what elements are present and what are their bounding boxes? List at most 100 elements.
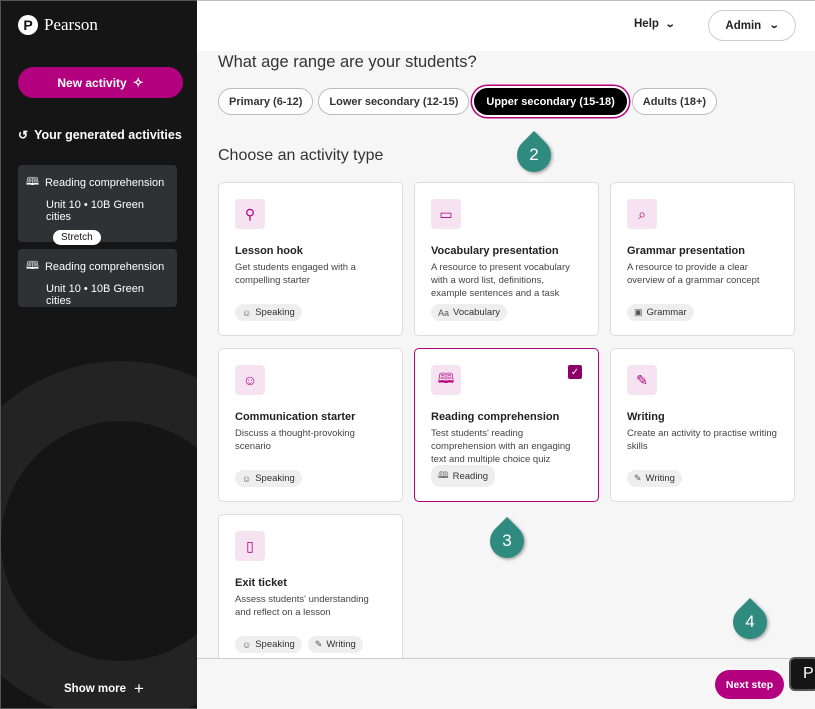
generated-activity-subtitle: Unit 10 • 10B Green cities — [46, 199, 145, 223]
pearson-logo[interactable]: P Pearson — [18, 15, 98, 35]
skill-tag: ☺ Speaking — [235, 304, 302, 321]
skill-tag: ☺ Speaking — [235, 470, 302, 487]
plus-icon: + — [133, 679, 144, 698]
generated-activities-title: Your generated activities — [34, 128, 182, 142]
book-icon: 🕮 — [26, 176, 39, 188]
activity-card-grammar-presentation[interactable]: ⌕ Grammar presentation A resource to pro… — [610, 182, 795, 336]
step-marker-number: 4 — [745, 612, 755, 631]
pencil-icon: ✎ — [634, 473, 642, 483]
content-area: What age range are your students? Primar… — [197, 51, 815, 658]
age-option-upper-secondary[interactable]: Upper secondary (15-18) — [474, 88, 627, 115]
generated-activity-subtitle: Unit 10 • 10B Green cities — [46, 283, 145, 307]
new-activity-label: New activity — [57, 75, 127, 90]
pencil-icon: ✎ — [627, 365, 657, 395]
admin-menu[interactable]: Admin ⌄ — [708, 10, 796, 41]
chevron-down-icon: ⌄ — [664, 18, 676, 30]
footer-bar: Next step — [197, 658, 815, 709]
sidebar: P Pearson New activity ✧ ↺ Your generate… — [0, 0, 197, 709]
activity-card-title: Reading comprehension — [431, 411, 560, 423]
skill-tag-label: Speaking — [255, 473, 295, 484]
pearson-logo-icon: P — [18, 15, 38, 35]
step-marker: 4 — [725, 597, 775, 647]
new-activity-button[interactable]: New activity ✧ — [18, 67, 183, 98]
activity-card-description: A resource to provide a clear overview o… — [627, 262, 760, 286]
step-marker: 2 — [509, 130, 559, 180]
skill-tag-label: Writing — [326, 639, 356, 650]
lightbulb-icon: ⚲ — [235, 199, 265, 229]
history-icon: ↺ — [18, 128, 29, 142]
skill-tag: Aa Vocabulary — [431, 304, 508, 321]
book-icon: 🕮 — [431, 365, 461, 395]
activity-card-communication-starter[interactable]: ☺ Communication starter Discuss a though… — [218, 348, 403, 502]
image-icon: ▣ — [634, 307, 643, 317]
activity-card-vocabulary-presentation[interactable]: ▭ Vocabulary presentation A resource to … — [414, 182, 599, 336]
activity-card-title: Lesson hook — [235, 245, 303, 257]
show-more-label: Show more — [64, 683, 126, 695]
activity-card-writing[interactable]: ✎ Writing Create an activity to practise… — [610, 348, 795, 502]
top-bar: Help ⌄ Admin ⌄ — [197, 1, 815, 51]
skill-tag: ✎ Writing — [307, 636, 363, 653]
overlay-chip[interactable]: P — [789, 657, 815, 691]
pencil-icon: ✎ — [314, 639, 323, 649]
activity-type-heading: Choose an activity type — [218, 147, 384, 164]
skill-tag-label: Reading — [452, 470, 489, 482]
skill-tag: ✎ Writing — [627, 470, 682, 487]
search-icon: ⌕ — [627, 199, 657, 229]
book-icon: 🕮 — [26, 260, 39, 272]
checkbox-checked-icon[interactable]: ✓ — [568, 365, 582, 379]
activity-card-lesson-hook[interactable]: ⚲ Lesson hook Get students engaged with … — [218, 182, 403, 336]
speaking-person-icon: ☺ — [235, 365, 265, 395]
speaking-icon: ☺ — [242, 473, 252, 484]
skill-tag-label: Writing — [645, 473, 675, 484]
generated-activity-title: Reading comprehension — [44, 260, 165, 273]
activity-card-reading-comprehension[interactable]: 🕮 ✓ Reading comprehension Test students'… — [414, 348, 599, 502]
age-option-lower-secondary[interactable]: Lower secondary (12-15) — [318, 88, 470, 115]
skill-tag-label: Speaking — [255, 307, 295, 318]
step-marker: 3 — [482, 516, 532, 566]
skill-tag-label: Vocabulary — [453, 307, 501, 318]
activity-card-description: Test students' reading comprehension wit… — [431, 428, 571, 465]
sparkle-icon: ✧ — [132, 74, 144, 90]
skill-tag: 🕮 Reading — [431, 465, 496, 487]
activity-card-title: Writing — [627, 411, 665, 423]
generated-activities-heading: ↺ Your generated activities — [18, 128, 182, 142]
skill-tag: ☺ Speaking — [235, 636, 302, 653]
speaking-icon: ☺ — [242, 639, 252, 650]
font-icon: Aa — [438, 307, 450, 318]
generated-activity-item[interactable]: 🕮 Reading comprehension Unit 10 • 10B Gr… — [18, 249, 177, 307]
next-step-button[interactable]: Next step — [715, 670, 784, 699]
help-menu[interactable]: Help ⌄ — [634, 18, 676, 30]
speaking-icon: ☺ — [242, 307, 252, 318]
help-label: Help — [634, 18, 659, 30]
book-icon: 🕮 — [438, 470, 449, 480]
presentation-icon: ▭ — [431, 199, 461, 229]
show-more-button[interactable]: Show more + — [64, 679, 144, 699]
activity-card-title: Exit ticket — [235, 577, 287, 589]
chevron-down-icon: ⌄ — [768, 20, 780, 31]
generated-activity-title: Reading comprehension — [44, 176, 165, 189]
activity-card-description: Create an activity to practise writing s… — [627, 428, 777, 452]
skill-tag-label: Grammar — [646, 307, 687, 318]
age-range-options: Primary (6-12) Lower secondary (12-15) U… — [218, 88, 718, 115]
activity-card-title: Vocabulary presentation — [431, 245, 559, 257]
activity-card-description: Assess students' understanding and refle… — [235, 594, 369, 618]
activity-card-exit-ticket[interactable]: ▯ Exit ticket Assess students' understan… — [218, 514, 403, 658]
activity-card-title: Grammar presentation — [627, 245, 745, 257]
age-range-heading: What age range are your students? — [218, 53, 477, 71]
admin-label: Admin — [725, 19, 762, 32]
activity-card-description: Discuss a thought-provoking scenario — [235, 428, 355, 452]
age-option-adults[interactable]: Adults (18+) — [631, 88, 718, 115]
activity-card-description: A resource to present vocabulary with a … — [431, 262, 570, 299]
stretch-badge: Stretch — [53, 230, 101, 245]
activity-card-title: Communication starter — [235, 411, 356, 423]
age-option-primary[interactable]: Primary (6-12) — [218, 88, 314, 115]
skill-tag-label: Speaking — [255, 639, 295, 650]
main-panel: Help ⌄ Admin ⌄ What age range are your s… — [197, 0, 815, 709]
step-marker-number: 3 — [502, 531, 512, 550]
exit-door-icon: ▯ — [235, 531, 265, 561]
generated-activity-item[interactable]: 🕮 Reading comprehension Unit 10 • 10B Gr… — [18, 165, 177, 245]
sidebar-background-ring — [1, 361, 197, 708]
pearson-logo-text: Pearson — [44, 15, 98, 34]
skill-tag: ▣ Grammar — [627, 304, 694, 321]
step-marker-number: 2 — [529, 145, 539, 164]
